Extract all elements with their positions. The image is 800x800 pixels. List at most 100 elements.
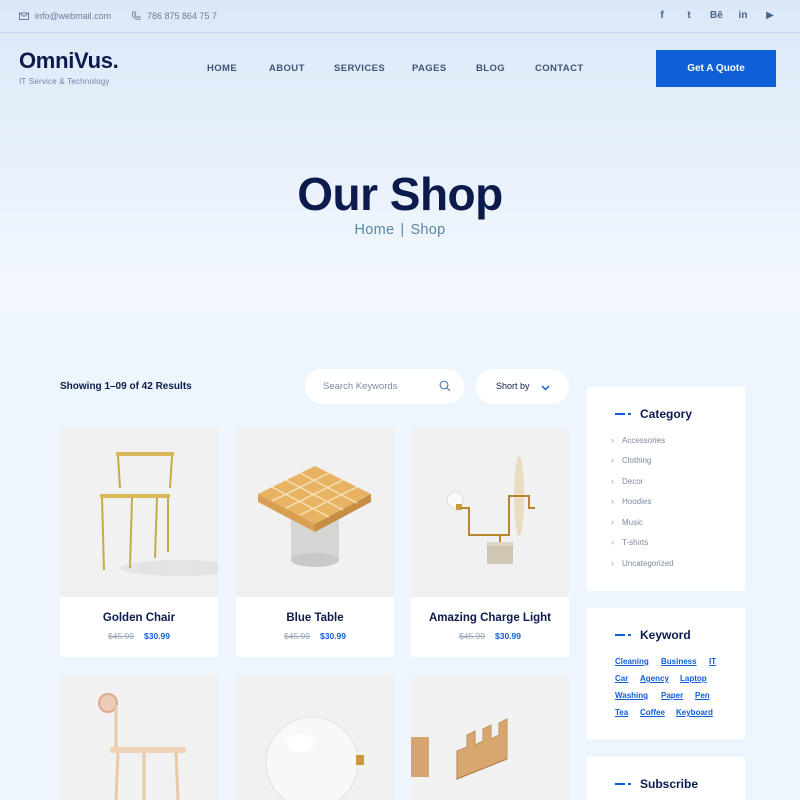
behance-icon[interactable]: Bē (710, 10, 723, 21)
product-prices: $45.99 $30.99 (236, 631, 394, 641)
logo-tagline: IT Service & Technology (19, 77, 110, 86)
product-image-golden-chair[interactable] (60, 428, 218, 597)
phone-icon (131, 11, 141, 20)
search-input[interactable]: Search Keywords (305, 369, 464, 404)
keyword-tag[interactable]: Coffee (640, 708, 665, 717)
keyword-tag[interactable]: Paper (661, 691, 683, 700)
chair-illustration (60, 428, 218, 597)
keyword-tag[interactable]: IT (709, 657, 716, 666)
nav-services[interactable]: SERVICES (334, 63, 385, 74)
nav-pages[interactable]: PAGES (412, 63, 447, 74)
product-card[interactable]: Amazing Charge Light $45.99 $30.99 (411, 428, 569, 657)
category-item[interactable]: › Decor (611, 476, 643, 486)
category-item[interactable]: › Clothing (611, 455, 651, 465)
product-card[interactable]: Golden Chair $45.99 $30.99 (60, 428, 218, 657)
product-card[interactable] (411, 675, 569, 800)
wood-blocks-illustration (411, 675, 569, 800)
product-image-charge-light[interactable] (411, 428, 569, 597)
chevron-right-icon: › (611, 496, 614, 506)
twitter-icon[interactable]: t (683, 10, 695, 21)
product-image-wood-blocks[interactable] (411, 675, 569, 800)
category-label: Clothing (622, 455, 652, 465)
keyword-widget: Keyword Cleaning Business IT Car Agency … (587, 608, 745, 739)
keyword-tag[interactable]: Tea (615, 708, 628, 717)
chevron-down-icon (541, 385, 550, 391)
product-title[interactable]: Golden Chair (60, 612, 218, 624)
keyword-tag[interactable]: Pen (695, 691, 710, 700)
sort-dropdown[interactable]: Short by (476, 369, 569, 404)
keyword-tag[interactable]: Laptop (680, 674, 707, 683)
chevron-right-icon: › (611, 476, 614, 486)
product-image-blue-table[interactable] (236, 428, 394, 597)
product-image-ball[interactable] (236, 675, 394, 800)
keyword-title: Keyword (640, 628, 691, 642)
keyword-tag[interactable]: Cleaning (615, 657, 649, 666)
subscribe-title: Subscribe (640, 777, 699, 791)
table-illustration (236, 428, 394, 597)
facebook-icon[interactable]: f (656, 10, 668, 21)
category-label: Accessories (622, 435, 666, 445)
chevron-right-icon: › (611, 537, 614, 547)
category-label: Uncategorized (622, 558, 674, 568)
category-item[interactable]: › Uncategorized (611, 558, 674, 568)
category-title: Category (640, 407, 693, 421)
chevron-right-icon: › (611, 435, 614, 445)
get-a-quote-button[interactable]: Get A Quote (656, 50, 776, 87)
category-item[interactable]: › T-shirts (611, 537, 648, 547)
product-card[interactable] (60, 675, 218, 800)
product-card[interactable]: Blue Table $45.99 $30.99 (236, 428, 394, 657)
nav-home[interactable]: HOME (207, 63, 237, 74)
category-item[interactable]: › Hoodies (611, 496, 651, 506)
product-prices: $45.99 $30.99 (60, 631, 218, 641)
results-count: Showing 1–09 of 42 Results (60, 381, 192, 392)
old-price: $45.99 (459, 631, 485, 641)
product-prices: $45.99 $30.99 (411, 631, 569, 641)
nav-about[interactable]: ABOUT (269, 63, 305, 74)
ball-illustration (236, 675, 394, 800)
keyword-tag[interactable]: Agency (640, 674, 669, 683)
product-image-stool[interactable] (60, 675, 218, 800)
breadcrumb: Home | Shop (0, 222, 800, 238)
topbar: info@webmail.com 786 875 864 75 7 f t Bē… (0, 0, 800, 33)
widget-title: Category (615, 407, 692, 421)
phone-text: 786 875 864 75 7 (147, 11, 218, 21)
old-price: $45.99 (108, 631, 134, 641)
email-info[interactable]: info@webmail.com (19, 11, 111, 21)
widget-title: Keyword (615, 628, 691, 642)
breadcrumb-current: Shop (410, 222, 446, 238)
category-label: Decor (622, 476, 644, 486)
search-icon[interactable] (439, 380, 451, 392)
chevron-right-icon: › (611, 517, 614, 527)
widget-title: Subscribe (615, 777, 698, 791)
keyword-tag[interactable]: Keyboard (676, 708, 713, 717)
chevron-right-icon: › (611, 455, 614, 465)
search-placeholder: Search Keywords (323, 381, 398, 392)
product-card[interactable] (236, 675, 394, 800)
mail-icon (19, 12, 29, 20)
nav-blog[interactable]: BLOG (476, 63, 505, 74)
sale-price: $30.99 (320, 631, 346, 641)
stool-illustration (60, 675, 218, 800)
breadcrumb-home[interactable]: Home (354, 222, 394, 238)
keyword-tag[interactable]: Business (661, 657, 697, 666)
category-label: Hoodies (622, 496, 652, 506)
category-item[interactable]: › Music (611, 517, 643, 527)
hero-background (0, 0, 800, 312)
keyword-tag[interactable]: Car (615, 674, 628, 683)
keyword-tag[interactable]: Washing (615, 691, 648, 700)
category-label: T-shirts (622, 537, 649, 547)
phone-info[interactable]: 786 875 864 75 7 (131, 11, 217, 21)
product-title[interactable]: Blue Table (236, 612, 394, 624)
title-accent-icon (615, 782, 631, 786)
youtube-icon[interactable]: ▶ (764, 10, 776, 21)
linkedin-icon[interactable]: in (737, 10, 749, 21)
chevron-right-icon: › (611, 558, 614, 568)
nav-contact[interactable]: CONTACT (535, 63, 584, 74)
product-title[interactable]: Amazing Charge Light (411, 612, 569, 624)
old-price: $45.99 (284, 631, 310, 641)
breadcrumb-separator: | (400, 222, 405, 238)
social-links: f t Bē in ▶ (656, 10, 776, 21)
sale-price: $30.99 (144, 631, 170, 641)
category-widget: Category › Accessories › Clothing › Decor ›… (587, 387, 745, 591)
category-item[interactable]: › Accessories (611, 435, 665, 445)
